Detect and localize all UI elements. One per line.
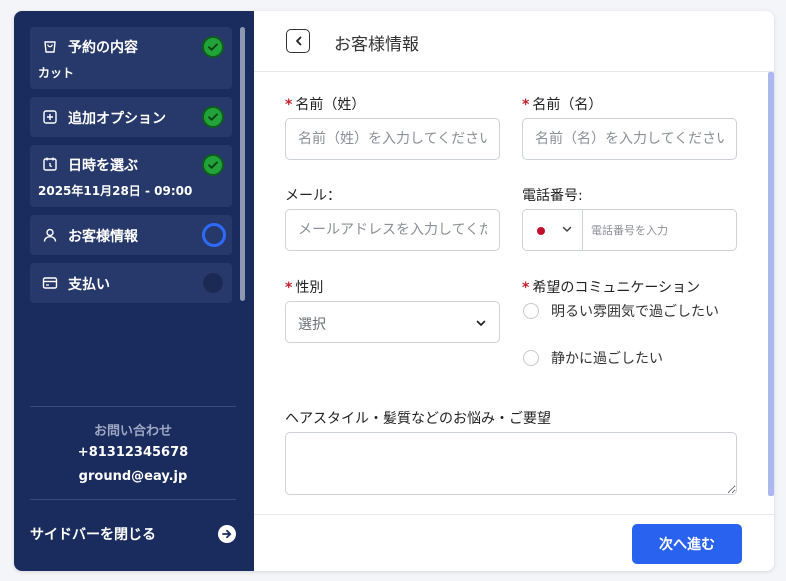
next-button[interactable]: 次へ進む: [632, 524, 742, 564]
step-label: 予約の内容: [68, 40, 138, 56]
sidebar-step-select-datetime[interactable]: 日時を選ぶ 2025年11月28日 - 09:00: [30, 145, 232, 207]
chevron-down-icon: [476, 320, 486, 326]
sidebar-step-payment[interactable]: 支払い: [30, 263, 232, 303]
email-input[interactable]: [285, 209, 500, 251]
close-sidebar-label: サイドバーを閉じる: [30, 527, 156, 543]
check-icon: [202, 36, 224, 58]
last-name-label: * 名前（姓）: [285, 94, 365, 114]
form-content: *名前（姓） *名前（名） メール： 電話番号: *性別: [254, 72, 774, 514]
close-sidebar-button[interactable]: サイドバーを閉じる: [30, 521, 236, 547]
sidebar-step-add-options[interactable]: 追加オプション: [30, 97, 232, 137]
divider: [30, 499, 236, 500]
gender-select-value: 選択: [298, 317, 326, 333]
communication-label: * 希望のコミュニケーション: [522, 277, 700, 297]
step-label: 日時を選ぶ: [68, 158, 138, 174]
first-name-input[interactable]: [522, 118, 737, 160]
booking-card: 予約の内容 カット 追加オプション 日時を選ぶ 2025年11月28日 - 09…: [14, 11, 774, 571]
radio-label: 明るい雰囲気で過ごしたい: [551, 304, 719, 320]
user-icon: [42, 227, 58, 243]
required-mark: *: [285, 97, 293, 113]
step-sub: カット: [38, 66, 75, 80]
shopping-bag-icon: [42, 38, 58, 54]
radio-label: 静かに過ごしたい: [551, 351, 663, 367]
main-scrollbar[interactable]: [768, 72, 774, 496]
communication-option-lively[interactable]: 明るい雰囲気で過ごしたい: [522, 301, 742, 347]
first-name-label: * 名前（名）: [522, 94, 602, 114]
contact-title: お問い合わせ: [93, 424, 172, 439]
divider: [30, 406, 236, 407]
sidebar: 予約の内容 カット 追加オプション 日時を選ぶ 2025年11月28日 - 09…: [14, 11, 254, 571]
required-mark: *: [285, 280, 293, 296]
current-step-indicator: [202, 223, 226, 247]
main-panel: お客様情報 *名前（姓） *名前（名） メール： 電話番号:: [254, 11, 774, 571]
email-label: メール：: [285, 188, 341, 204]
phone-input[interactable]: [583, 210, 736, 250]
gender-label: * 性別: [285, 277, 323, 297]
sidebar-scrollbar[interactable]: [240, 27, 245, 301]
concerns-label: ヘアスタイル・髪質などのお悩み・ご要望: [285, 411, 551, 427]
concerns-textarea[interactable]: [285, 432, 737, 495]
step-label: 支払い: [68, 277, 110, 293]
radio-button[interactable]: [523, 303, 539, 319]
chevron-down-icon[interactable]: [561, 223, 573, 235]
check-icon: [202, 154, 224, 176]
calendar-clock-icon: [42, 156, 58, 172]
check-icon: [202, 106, 224, 128]
communication-label-text: 希望のコミュニケーション: [532, 280, 701, 296]
back-button[interactable]: [286, 29, 310, 53]
contact-email[interactable]: ground@eay.jp: [30, 469, 236, 484]
step-label: 追加オプション: [68, 111, 166, 127]
plus-square-icon: [42, 109, 58, 125]
gender-select[interactable]: 選択: [285, 301, 500, 343]
radio-button[interactable]: [523, 350, 539, 366]
page-title: お客様情報: [334, 35, 419, 55]
arrow-right-icon: [218, 525, 236, 543]
first-name-label-text: 名前（名）: [532, 97, 603, 113]
phone-label: 電話番号:: [522, 188, 583, 204]
pending-step-indicator: [202, 272, 224, 294]
communication-option-quiet[interactable]: 静かに過ごしたい: [522, 348, 742, 372]
last-name-label-text: 名前（姓）: [295, 97, 366, 113]
gender-label-text: 性別: [295, 280, 324, 296]
phone-field: [522, 209, 737, 251]
contact-phone[interactable]: +81312345678: [30, 445, 236, 460]
japan-flag-icon[interactable]: [537, 227, 545, 235]
step-label: お客様情報: [68, 229, 138, 245]
required-mark: *: [522, 97, 530, 113]
sidebar-step-customer-info[interactable]: お客様情報: [30, 215, 232, 255]
chevron-left-icon: [296, 36, 302, 46]
footer: 次へ進む: [254, 514, 774, 571]
required-mark: *: [522, 280, 530, 296]
last-name-input[interactable]: [285, 118, 500, 160]
credit-card-icon: [42, 275, 58, 291]
step-sub: 2025年11月28日 - 09:00: [38, 184, 193, 198]
page-header: お客様情報: [254, 11, 774, 72]
sidebar-step-booking-details[interactable]: 予約の内容 カット: [30, 27, 232, 89]
